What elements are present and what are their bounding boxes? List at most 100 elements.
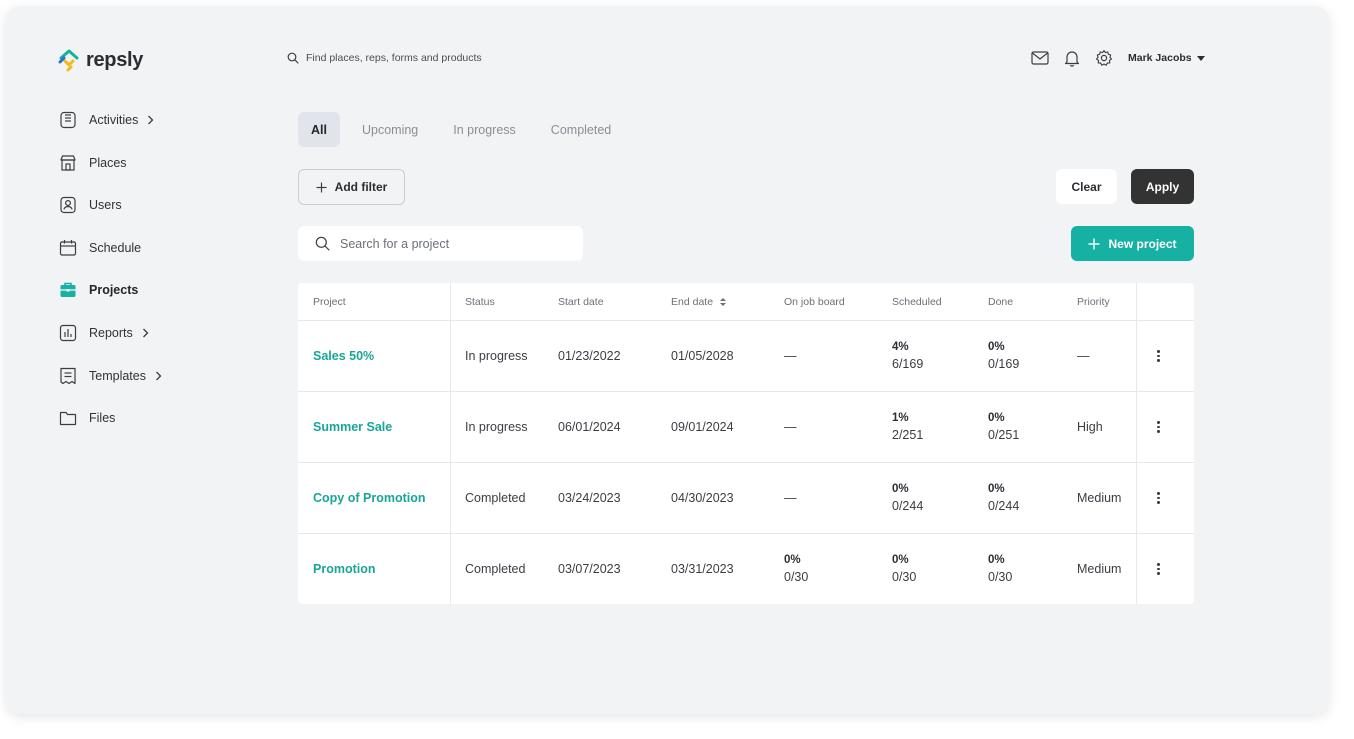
sidebar-item-users[interactable]: Users xyxy=(58,195,162,215)
column-header-start-date[interactable]: Start date xyxy=(558,283,671,320)
project-search-placeholder: Search for a project xyxy=(340,236,450,251)
job-board-cell: — xyxy=(784,392,892,462)
clear-button[interactable]: Clear xyxy=(1056,169,1117,204)
status-tabs: All Upcoming In progress Completed xyxy=(298,112,633,147)
column-header-end-date-label: End date xyxy=(671,295,714,308)
done-cell: 0% 0/251 xyxy=(988,392,1077,462)
more-options-icon[interactable] xyxy=(1157,563,1160,575)
tab-in-progress[interactable]: In progress xyxy=(440,112,529,147)
start-date-cell: 03/07/2023 xyxy=(558,562,621,576)
start-date-cell: 03/24/2023 xyxy=(558,491,621,505)
tab-all[interactable]: All xyxy=(298,112,340,147)
table-row[interactable]: Promotion Completed 03/07/2023 03/31/202… xyxy=(298,534,1194,604)
job-board-pct: — xyxy=(784,491,797,505)
folder-icon xyxy=(58,408,78,428)
sidebar-item-templates[interactable]: Templates xyxy=(58,366,162,386)
tab-upcoming[interactable]: Upcoming xyxy=(349,112,431,147)
project-cell: Summer Sale xyxy=(298,392,451,462)
apply-button[interactable]: Apply xyxy=(1131,169,1194,204)
done-frac: 0/169 xyxy=(988,357,1020,371)
column-header-done[interactable]: Done xyxy=(988,283,1077,320)
projects-table: Project Status Start date End date On jo… xyxy=(298,283,1194,604)
done-pct: 0% xyxy=(988,341,1005,353)
project-link[interactable]: Summer Sale xyxy=(313,420,450,434)
new-project-label: New project xyxy=(1108,236,1177,251)
job-board-pct: — xyxy=(784,349,797,363)
column-header-priority[interactable]: Priority xyxy=(1077,283,1136,320)
project-search-input[interactable]: Search for a project xyxy=(298,226,583,261)
tab-completed[interactable]: Completed xyxy=(538,112,624,147)
project-cell: Sales 50% xyxy=(298,321,451,391)
more-options-icon[interactable] xyxy=(1157,421,1160,433)
sidebar-item-schedule[interactable]: Schedule xyxy=(58,238,162,258)
scheduled-frac: 6/169 xyxy=(892,357,924,371)
scheduled-cell: 0% 0/244 xyxy=(892,463,988,533)
table-header: Project Status Start date End date On jo… xyxy=(298,283,1194,321)
table-row[interactable]: Copy of Promotion Completed 03/24/2023 0… xyxy=(298,463,1194,534)
add-filter-button[interactable]: Add filter xyxy=(298,169,405,205)
project-link[interactable]: Copy of Promotion xyxy=(313,491,450,505)
scheduled-pct: 1% xyxy=(892,412,909,424)
priority-cell: High xyxy=(1077,420,1103,434)
user-badge-icon xyxy=(58,195,78,215)
sidebar-item-reports[interactable]: Reports xyxy=(58,323,162,343)
header-actions: Mark Jacobs xyxy=(1030,48,1205,68)
sort-icon[interactable] xyxy=(719,297,727,307)
sidebar-item-label: Activities xyxy=(89,113,139,127)
sidebar-item-projects[interactable]: Projects xyxy=(58,280,162,300)
repsly-logo-icon xyxy=(58,49,79,72)
column-header-project[interactable]: Project xyxy=(298,283,451,320)
bell-icon[interactable] xyxy=(1062,48,1082,68)
row-menu-cell xyxy=(1136,463,1180,533)
global-search[interactable]: Find places, reps, forms and products xyxy=(287,52,482,64)
plus-icon xyxy=(316,182,327,192)
end-date-cell: 03/31/2023 xyxy=(671,562,734,576)
scheduled-frac: 2/251 xyxy=(892,428,924,442)
row-menu-cell xyxy=(1136,392,1180,462)
sidebar-item-places[interactable]: Places xyxy=(58,153,162,173)
sidebar-item-label: Files xyxy=(89,411,116,426)
project-link[interactable]: Sales 50% xyxy=(313,349,450,363)
sidebar-item-label: Projects xyxy=(89,283,139,298)
project-cell: Copy of Promotion xyxy=(298,463,451,533)
scheduled-cell: 0% 0/30 xyxy=(892,534,988,604)
priority-cell: Medium xyxy=(1077,562,1122,576)
project-link[interactable]: Promotion xyxy=(313,562,450,576)
repsly-logo[interactable]: repsly xyxy=(58,48,143,72)
global-search-placeholder: Find places, reps, forms and products xyxy=(306,52,482,64)
more-options-icon[interactable] xyxy=(1157,350,1160,362)
add-filter-label: Add filter xyxy=(334,180,388,194)
sidebar-item-label: Places xyxy=(89,155,127,170)
chevron-right-icon xyxy=(155,371,162,381)
more-options-icon[interactable] xyxy=(1157,492,1160,504)
user-menu[interactable]: Mark Jacobs xyxy=(1128,52,1205,64)
done-pct: 0% xyxy=(988,483,1005,495)
scheduled-pct: 0% xyxy=(892,554,909,566)
job-board-pct: 0% xyxy=(784,554,801,566)
row-menu-cell xyxy=(1136,321,1180,391)
new-project-button[interactable]: New project xyxy=(1071,226,1194,261)
column-header-end-date[interactable]: End date xyxy=(671,283,784,320)
job-board-cell: — xyxy=(784,463,892,533)
table-row[interactable]: Summer Sale In progress 06/01/2024 09/01… xyxy=(298,392,1194,463)
column-header-status[interactable]: Status xyxy=(451,283,558,320)
end-date-cell: 01/05/2028 xyxy=(671,349,734,363)
scheduled-cell: 4% 6/169 xyxy=(892,321,988,391)
job-board-pct: — xyxy=(784,420,797,434)
start-date-cell: 06/01/2024 xyxy=(558,420,621,434)
column-header-scheduled[interactable]: Scheduled xyxy=(892,283,988,320)
table-row[interactable]: Sales 50% In progress 01/23/2022 01/05/2… xyxy=(298,321,1194,392)
status-cell: In progress xyxy=(465,349,528,363)
scheduled-pct: 0% xyxy=(892,483,909,495)
done-frac: 0/244 xyxy=(988,499,1020,513)
sidebar-item-activities[interactable]: Activities xyxy=(58,110,162,130)
bar-chart-icon xyxy=(58,323,78,343)
briefcase-icon xyxy=(58,280,78,300)
column-header-job-board[interactable]: On job board xyxy=(784,283,892,320)
status-cell: In progress xyxy=(465,420,528,434)
done-cell: 0% 0/169 xyxy=(988,321,1077,391)
sidebar-item-files[interactable]: Files xyxy=(58,408,162,428)
end-date-cell: 04/30/2023 xyxy=(671,491,734,505)
gear-icon[interactable] xyxy=(1094,48,1114,68)
mail-icon[interactable] xyxy=(1030,48,1050,68)
